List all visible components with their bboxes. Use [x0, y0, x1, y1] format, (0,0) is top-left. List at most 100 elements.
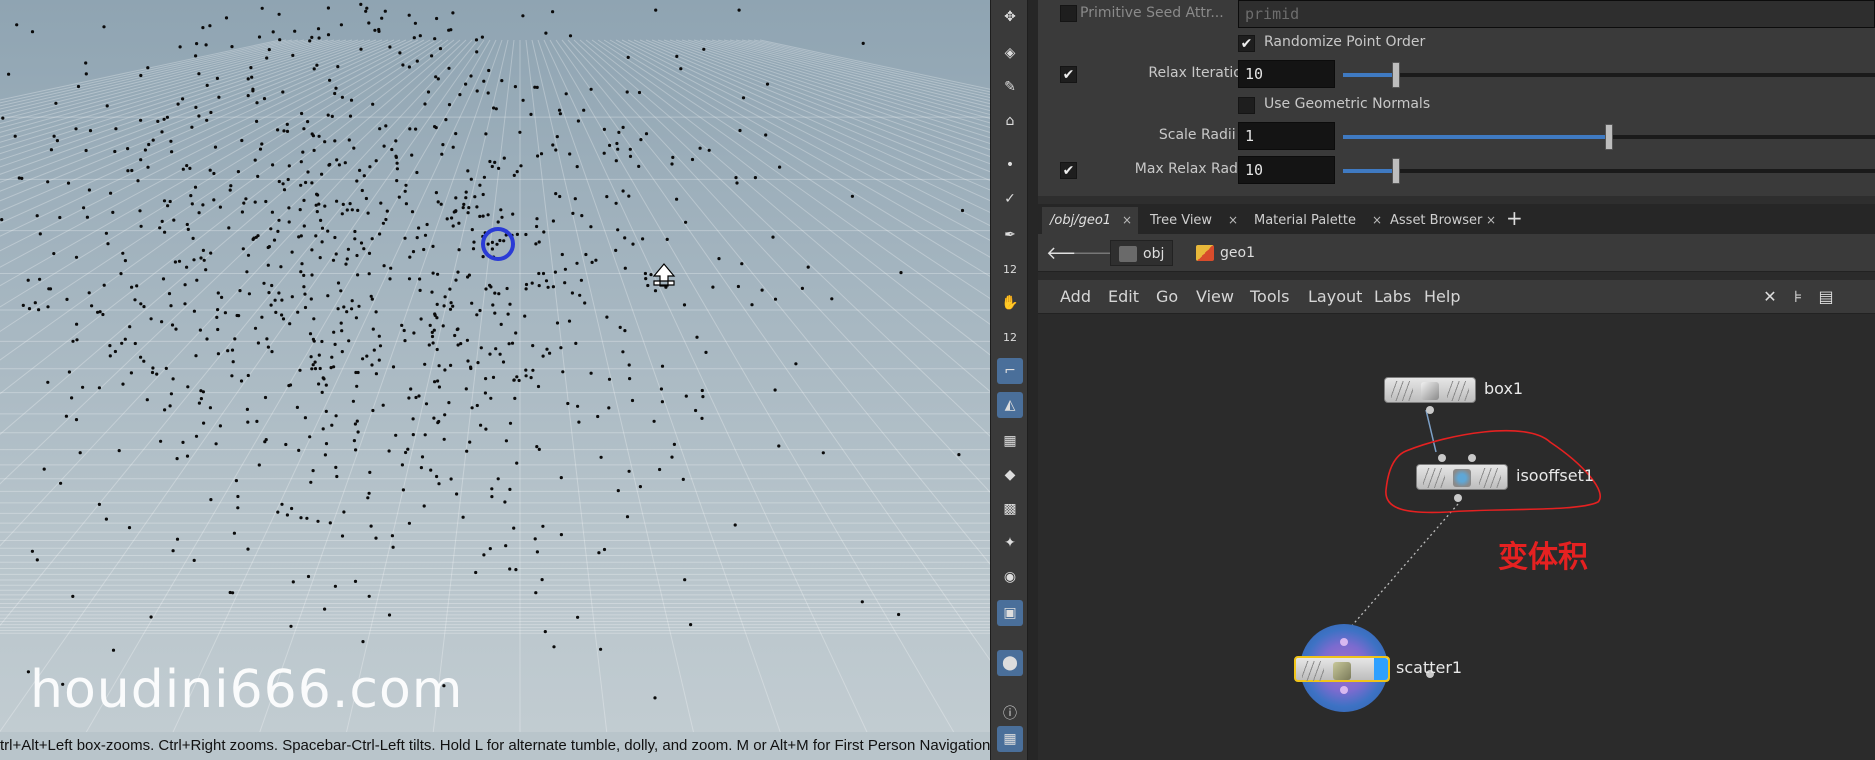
max-relax-radius-checkbox[interactable]: ✔ — [1060, 162, 1077, 179]
use-geometric-normals-checkbox[interactable] — [1238, 97, 1255, 114]
slider-handle[interactable] — [1605, 124, 1613, 150]
scale-radii-slider[interactable] — [1343, 124, 1875, 150]
menu-tools[interactable]: Tools — [1250, 280, 1289, 314]
scale-radii-label: Scale Radii By — [1158, 127, 1258, 143]
light-icon[interactable]: ✦ — [997, 530, 1023, 556]
relax-iterations-slider[interactable] — [1343, 62, 1875, 88]
randomize-point-order-checkbox[interactable]: ✔ — [1238, 35, 1255, 52]
tree-icon[interactable]: ⊧ — [1788, 287, 1808, 307]
input-port[interactable] — [1438, 454, 1446, 462]
slider-handle[interactable] — [1392, 158, 1401, 184]
breadcrumb-obj[interactable]: obj — [1110, 240, 1174, 266]
tab-label: Asset Browser — [1390, 213, 1483, 228]
3d-viewport[interactable]: houdini666.com trl+Alt+Left box-zooms. C… — [0, 0, 990, 760]
volume-icon — [1453, 469, 1471, 487]
tab-asset-browser[interactable]: Asset Browser × — [1382, 207, 1502, 234]
viewport-scene[interactable] — [0, 0, 990, 760]
annotation-text: 变体积 — [1498, 540, 1588, 575]
pane-separator[interactable] — [1028, 0, 1038, 760]
layout-icon[interactable]: ▦ — [997, 726, 1023, 752]
network-menu-bar: Add Edit Go View Tools Layout Labs Help … — [1038, 280, 1875, 314]
tab-network-editor[interactable]: /obj/geo1 × — [1042, 207, 1138, 234]
max-relax-radius-field[interactable]: 10 — [1238, 156, 1335, 184]
camera-icon[interactable]: ⌂ — [997, 108, 1023, 134]
plane-icon[interactable]: ◭ — [997, 392, 1023, 418]
menu-help[interactable]: Help — [1424, 280, 1460, 314]
angle-icon[interactable]: ⌐ — [997, 358, 1023, 384]
output-port[interactable] — [1454, 494, 1462, 502]
pane-tabs: /obj/geo1 × Tree View × Material Palette × … — [1038, 204, 1875, 234]
view-icon[interactable]: ◈ — [997, 40, 1023, 66]
breadcrumb-label: obj — [1143, 246, 1165, 262]
output-port[interactable] — [1426, 406, 1434, 414]
point-icon[interactable]: • — [997, 152, 1023, 178]
viewport-toolbar: ✥ ◈ ✎ ⌂ • ✓ ✒ 12 ✋ 12 ⌐ ◭ ▦ ◆ ▩ ✦ ◉ ▣ ⬤ ⓘ ▦ — [990, 0, 1028, 760]
node-label: box1 — [1484, 379, 1524, 398]
tab-tree-view[interactable]: Tree View × — [1142, 207, 1244, 234]
menu-go[interactable]: Go — [1156, 280, 1178, 314]
scale-radii-field[interactable]: 1 — [1238, 122, 1335, 150]
parameter-panel: Primitive Seed Attr... primid ✔ Randomiz… — [1038, 0, 1875, 200]
primitive-seed-field[interactable]: primid — [1238, 0, 1875, 28]
tab-label: Material Palette — [1254, 213, 1356, 228]
add-tab-icon[interactable]: + — [1506, 206, 1523, 230]
viewport-status-bar: trl+Alt+Left box-zooms. Ctrl+Right zooms… — [0, 732, 990, 760]
brush-icon[interactable]: ✓ — [997, 186, 1023, 212]
input-port[interactable] — [1468, 454, 1476, 462]
breadcrumb-label: geo1 — [1220, 245, 1255, 261]
list-icon[interactable]: ▤ — [1816, 287, 1836, 307]
close-icon[interactable]: × — [1486, 207, 1496, 234]
relax-iterations-checkbox[interactable]: ✔ — [1060, 66, 1077, 83]
menu-view[interactable]: View — [1196, 280, 1234, 314]
node-label: isooffset1 — [1516, 466, 1595, 485]
wrench-icon[interactable]: ✕ — [1760, 287, 1780, 307]
input-port[interactable] — [1340, 638, 1348, 646]
pose-icon[interactable]: ✎ — [997, 74, 1023, 100]
wire-isooffset-to-scatter — [1335, 503, 1459, 645]
output-port[interactable] — [1340, 686, 1348, 694]
select-icon[interactable]: ✥ — [997, 4, 1023, 30]
primitive-seed-checkbox[interactable] — [1060, 5, 1077, 22]
info-icon[interactable]: ⓘ — [997, 700, 1023, 726]
path-bar: 🡐 🡒 obj geo1 — [1038, 234, 1875, 272]
diamond-icon[interactable]: ◆ — [997, 462, 1023, 488]
scatter-icon — [1333, 662, 1351, 680]
pane-divider[interactable] — [1038, 196, 1875, 204]
menu-labs[interactable]: Labs — [1374, 280, 1411, 314]
wire-box-to-isooffset — [1425, 409, 1437, 453]
watermark: houdini666.com — [30, 660, 464, 720]
node-box1[interactable] — [1384, 377, 1476, 403]
grid-icon[interactable]: ▦ — [997, 428, 1023, 454]
hand-icon[interactable]: ✋ — [997, 290, 1023, 316]
network-icon — [1119, 246, 1137, 262]
close-icon[interactable]: × — [1122, 207, 1132, 234]
pen-icon[interactable]: ✒ — [997, 222, 1023, 248]
circle-icon[interactable]: ◉ — [997, 564, 1023, 590]
max-relax-radius-slider[interactable] — [1343, 158, 1875, 184]
number-icon[interactable]: 12 — [997, 324, 1023, 350]
menu-add[interactable]: Add — [1060, 280, 1091, 314]
network-editor[interactable]: box1 isooffset1 变体积 scatter1 — [1038, 314, 1875, 760]
relax-iterations-label: Relax Iterations — [1148, 65, 1258, 81]
relax-iterations-field[interactable]: 10 — [1238, 60, 1335, 88]
pin-icon[interactable]: ⬤ — [997, 650, 1023, 676]
display-flag[interactable] — [1374, 658, 1388, 680]
tab-label: /obj/geo1 — [1050, 213, 1112, 228]
node-scatter1[interactable] — [1294, 656, 1390, 682]
geometry-icon — [1196, 245, 1214, 261]
breadcrumb-geo1[interactable]: geo1 — [1188, 240, 1263, 266]
landscape-icon[interactable]: ▩ — [997, 496, 1023, 522]
tab-material-palette[interactable]: Material Palette × — [1246, 207, 1388, 234]
cursor-icon — [652, 263, 676, 287]
node-isooffset1[interactable] — [1416, 464, 1508, 490]
number-icon[interactable]: 12 — [997, 256, 1023, 282]
slider-handle[interactable] — [1392, 62, 1401, 88]
menu-layout[interactable]: Layout — [1308, 280, 1362, 314]
close-icon[interactable]: × — [1372, 207, 1382, 234]
close-icon[interactable]: × — [1228, 207, 1238, 234]
image-icon[interactable]: ▣ — [997, 600, 1023, 626]
box-icon — [1421, 382, 1439, 400]
randomize-point-order-label: Randomize Point Order — [1264, 34, 1426, 50]
tab-label: Tree View — [1150, 213, 1213, 228]
menu-edit[interactable]: Edit — [1108, 280, 1139, 314]
